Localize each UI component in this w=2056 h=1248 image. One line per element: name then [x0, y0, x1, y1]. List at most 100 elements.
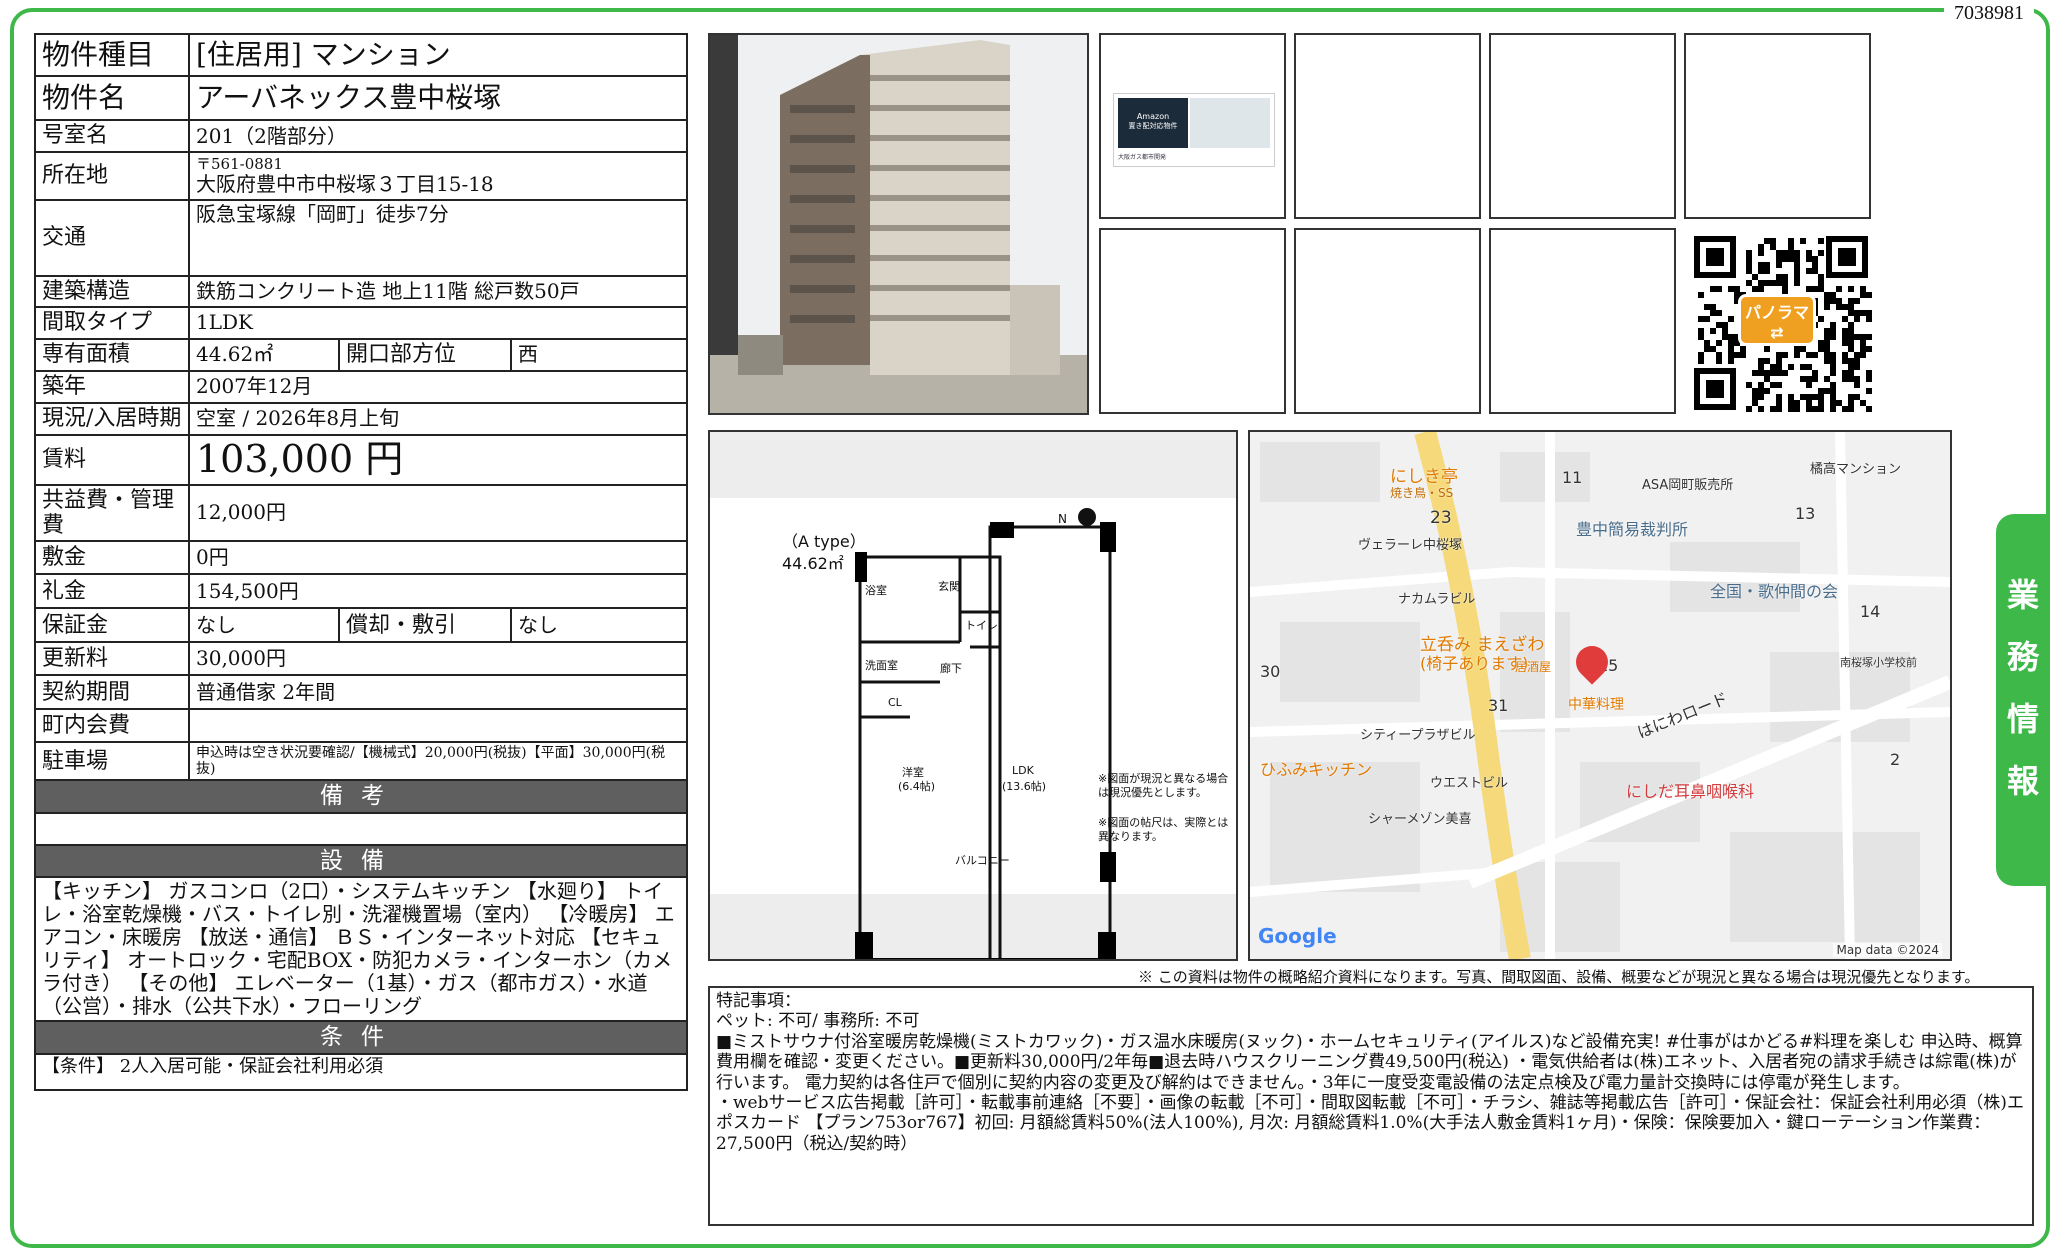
room-ldk-size: (13.6帖): [1002, 780, 1047, 793]
map-label: 橘高マンション: [1810, 462, 1902, 477]
map-label: 2: [1890, 750, 1901, 769]
map-attribution: Map data ©2024: [1833, 943, 1942, 957]
rotate-icon: ⇄: [1770, 323, 1784, 342]
contract-label: 契約期間: [34, 674, 190, 711]
rent-label: 賃料: [34, 433, 190, 486]
room-bath: 浴室: [865, 584, 887, 597]
side-tab-char-1: 業: [2006, 576, 2039, 614]
poster-footer: 大阪ガス都市開発: [1118, 154, 1167, 161]
poster-title: Amazon: [1136, 112, 1170, 121]
floor-plan-drawing: [855, 522, 1116, 959]
map-label: 30: [1260, 662, 1281, 681]
business-info-tab[interactable]: 業 務 情 報: [1996, 514, 2050, 886]
map-label: にしだ耳鼻咽喉科: [1626, 782, 1755, 801]
property-spec-table: 物件種目 [住居用] マンション 物件名 アーバネックス豊中桜塚 号室名 201（2階…: [33, 33, 689, 1091]
thumbnail-empty-3: [1684, 33, 1871, 219]
thumbnail-poster[interactable]: Amazon 置き配対応物件 大阪ガス都市開発: [1099, 33, 1286, 219]
room-toilet: トイレ: [965, 619, 998, 632]
name-label: 物件名: [34, 75, 190, 121]
poster-subtitle: 置き配対応物件: [1128, 122, 1178, 130]
thumbnail-empty-5: [1294, 228, 1481, 414]
postal-code: 〒561-0881: [196, 154, 283, 173]
floor-plan: （A type） 44.62㎡ N 浴室 玄関 洗面室 トイレ 廊下 CL 洋室…: [708, 430, 1238, 961]
parking-label: 駐車場: [34, 741, 190, 782]
map-label: シティープラザビル: [1360, 728, 1476, 743]
access-label: 交通: [34, 199, 190, 277]
map-label: 14: [1860, 602, 1881, 621]
layout-value: 1LDK: [187, 306, 689, 340]
built-value: 2007年12月: [187, 369, 689, 404]
map-label: ASA岡町販売所: [1642, 478, 1734, 493]
room-ldk: LDK: [1012, 764, 1034, 777]
equipment-header: 設備: [33, 843, 689, 879]
map-label: 豊中簡易裁判所: [1576, 520, 1689, 539]
map-label: ナカムラビル: [1398, 592, 1476, 607]
room-closet: CL: [888, 696, 902, 709]
amortization-value: なし: [509, 607, 689, 644]
special-notes: 特記事項： ペット: 不可/ 事務所: 不可 ■ミストサウナ付浴室暖房乾燥機(ミ…: [708, 986, 2034, 1226]
parking-value: 申込時は空き状況要確認/【機械式】20,000円(税抜)【平面】30,000円(…: [187, 741, 689, 782]
amazon-poster: Amazon 置き配対応物件 大阪ガス都市開発: [1113, 93, 1275, 167]
map-label: 全国・歌仲間の会: [1710, 582, 1839, 601]
room-western-size: (6.4帖): [898, 780, 936, 793]
area-value: 44.62㎡: [188, 337, 340, 372]
map-label: 南桜塚小学校前: [1840, 656, 1917, 669]
map-label: 11: [1562, 468, 1583, 487]
deposit-value: 0円: [187, 540, 689, 576]
renewal-label: 更新料: [34, 641, 190, 677]
address-value: 大阪府豊中市中桜塚３丁目15-18: [196, 172, 494, 197]
status-value: 空室 / 2026年8月上旬: [187, 401, 689, 436]
access-value: 阪急宝塚線「岡町」徒歩7分: [187, 199, 689, 277]
map-label: シャーメゾン美喜: [1368, 812, 1472, 827]
disclaimer-notice: ※ この資料は物件の概略紹介資料になります。写真、間取図面、設備、概要などが現況…: [1138, 968, 1980, 986]
room-value: 201（2階部分）: [187, 119, 689, 153]
rent-value: 103,000 円: [187, 433, 689, 486]
side-tab-char-4: 報: [2006, 762, 2039, 800]
guarantee-value: なし: [188, 607, 340, 644]
thumbnail-empty-4: [1099, 228, 1286, 414]
panorama-qr-code[interactable]: パノラマ ⇄: [1690, 234, 1872, 412]
type-label: 物件種目: [34, 33, 190, 77]
name-value: アーバネックス豊中桜塚: [187, 75, 689, 121]
community-fee-label: 町内会費: [34, 708, 190, 744]
thumbnail-empty-2: [1489, 33, 1676, 219]
thumbnail-empty-1: [1294, 33, 1481, 219]
map-label: ヴェラーレ中桜塚: [1358, 538, 1463, 553]
document-id: 7038981: [1944, 0, 2034, 27]
fee-value: 12,000円: [187, 483, 689, 543]
deposit-label: 敷金: [34, 540, 190, 576]
map-label: 焼き鳥・SS: [1390, 486, 1454, 500]
guarantee-label: 保証金: [34, 607, 190, 644]
map-label: ひふみキッチン: [1260, 760, 1373, 779]
layout-label: 間取タイプ: [34, 306, 190, 340]
special-notes-heading: 特記事項：: [716, 991, 801, 1011]
amortization-label: 償却・敷引: [338, 607, 512, 644]
fee-label: 共益費・管理費: [34, 483, 190, 543]
map-label: 31: [1488, 696, 1509, 715]
location-map[interactable]: にしき亭 焼き鳥・SS 11 橘高マンション ASA岡町販売所 23 13 豊中簡易裁判所 ヴェ…: [1248, 430, 1952, 961]
panorama-badge: パノラマ: [1744, 303, 1809, 322]
side-tab-char-2: 務: [2006, 638, 2039, 676]
building-illustration: [710, 35, 1087, 413]
side-tab-char-3: 情: [2006, 700, 2039, 738]
room-balcony: バルコニー: [955, 854, 1010, 867]
structure-label: 建築構造: [34, 274, 190, 309]
remarks-header: 備考: [33, 779, 689, 814]
google-logo: Google: [1258, 924, 1337, 948]
special-notes-advertising: ・webサービス広告掲載［許可］・転載事前連絡［不要］・画像の転載［不可］・間取…: [716, 1092, 2024, 1154]
special-notes-features: ■ミストサウナ付浴室暖房乾燥機(ミストカワック)・ガス温水床暖房(ヌック)・ホー…: [716, 1031, 2023, 1093]
map-label: 中華料理: [1568, 697, 1624, 713]
floorplan-note-1: ※図面が現況と異なる場合は現況優先とします。: [1098, 772, 1229, 799]
key-money-label: 礼金: [34, 573, 190, 610]
status-label: 現況/入居時期: [34, 401, 190, 436]
room-label: 号室名: [34, 119, 190, 153]
thumbnail-empty-6: [1489, 228, 1676, 414]
special-notes-pet: ペット: 不可/ 事務所: 不可: [716, 1011, 920, 1032]
map-label: ウエストビル: [1430, 776, 1509, 791]
map-label: 居酒屋: [1515, 660, 1552, 674]
structure-value: 鉄筋コンクリート造 地上11階 総戸数50戸: [187, 274, 689, 309]
contract-value: 普通借家 2年間: [187, 674, 689, 711]
direction-value: 西: [509, 337, 689, 372]
address-label: 所在地: [34, 151, 190, 201]
type-value: [住居用] マンション: [187, 33, 689, 77]
